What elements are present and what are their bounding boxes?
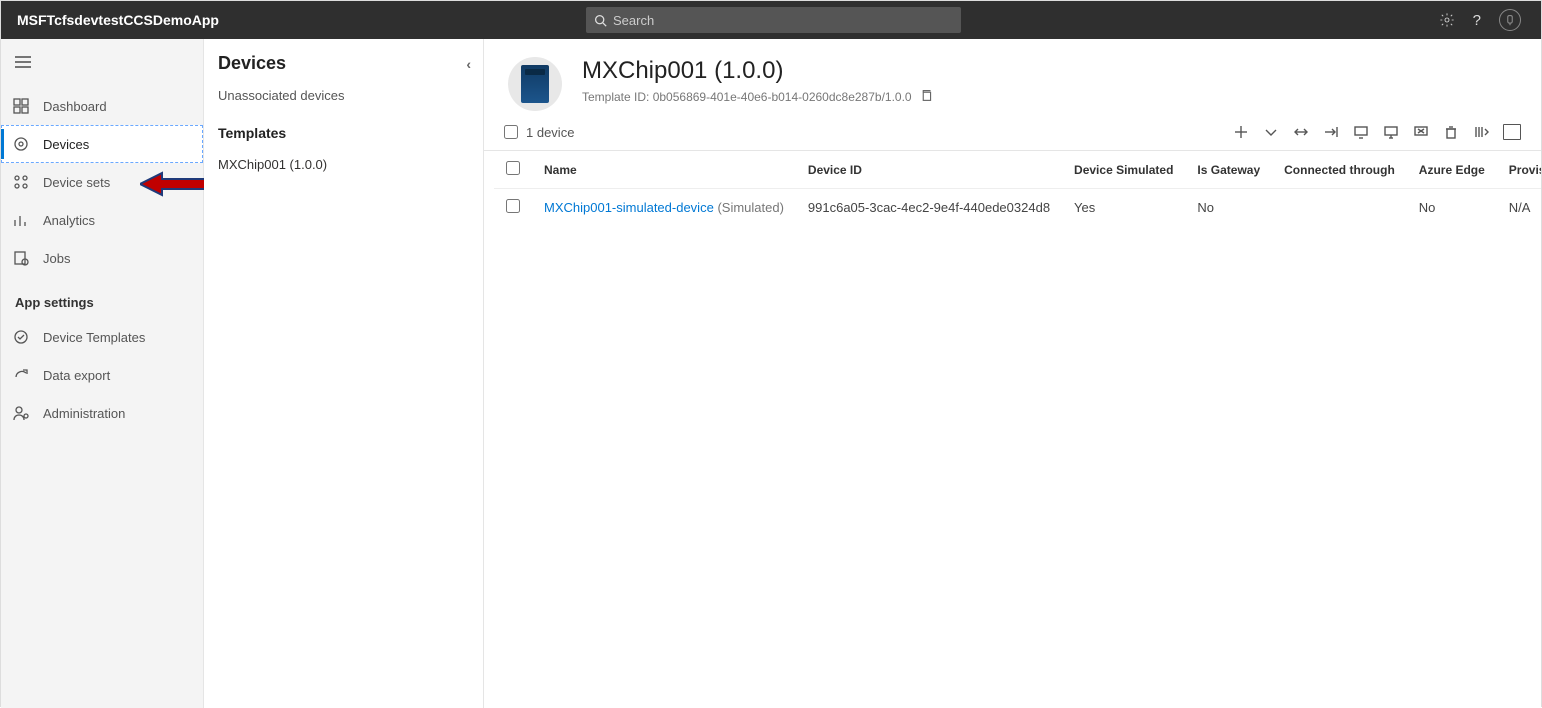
template-item[interactable]: MXChip001 (1.0.0) [204, 147, 483, 182]
main-panel: MXChip001 (1.0.0) Template ID: 0b056869-… [484, 39, 1541, 708]
nav-item-device-templates[interactable]: Device Templates [1, 318, 203, 356]
nav-item-device-sets[interactable]: Device sets [1, 163, 203, 201]
device-name-suffix: (Simulated) [717, 200, 783, 215]
col-simulated[interactable]: Device Simulated [1062, 151, 1185, 189]
sub-panel: Devices ‹ Unassociated devices Templates… [204, 39, 484, 708]
search-input[interactable] [613, 13, 953, 28]
nav-collapse-button[interactable] [1, 49, 203, 87]
nav-label: Dashboard [43, 99, 107, 114]
select-all-summary-checkbox[interactable] [504, 125, 518, 139]
nav-label: Jobs [43, 251, 70, 266]
col-gateway[interactable]: Is Gateway [1185, 151, 1272, 189]
app-title: MSFTcfsdevtestCCSDemoApp [11, 12, 219, 28]
delete-icon[interactable] [1443, 124, 1459, 140]
toolbar-actions [1233, 124, 1521, 140]
main-header: MXChip001 (1.0.0) Template ID: 0b056869-… [484, 39, 1541, 118]
jobs-icon [13, 250, 29, 266]
main-heading-block: MXChip001 (1.0.0) Template ID: 0b056869-… [582, 57, 933, 105]
col-provisioning[interactable]: Provisioning Stat [1497, 151, 1541, 189]
export-icon [13, 367, 29, 383]
templates-heading: Templates [204, 107, 483, 147]
nav-label: Device sets [43, 175, 110, 190]
left-nav: Dashboard Devices Device sets Analytics … [1, 39, 204, 708]
col-edge[interactable]: Azure Edge [1407, 151, 1497, 189]
cell-device-id: 991c6a05-3cac-4ec2-9e4f-440ede0324d8 [796, 189, 1062, 227]
panel-icon[interactable] [1503, 124, 1521, 140]
unassociated-devices-link[interactable]: Unassociated devices [204, 74, 483, 107]
search-icon [594, 14, 607, 27]
device-template-icon [508, 57, 562, 111]
cell-gateway: No [1185, 189, 1272, 227]
settings-icon[interactable] [1439, 12, 1455, 28]
dashboard-icon [13, 98, 29, 114]
sub-panel-collapse-button[interactable]: ‹ [466, 56, 471, 72]
monitor-x-icon[interactable] [1413, 124, 1429, 140]
search-box[interactable] [586, 7, 961, 33]
nav-item-dashboard[interactable]: Dashboard [1, 87, 203, 125]
select-all-checkbox[interactable] [506, 161, 520, 175]
nav-item-administration[interactable]: Administration [1, 394, 203, 432]
copy-icon[interactable] [920, 89, 933, 105]
col-device-id[interactable]: Device ID [796, 151, 1062, 189]
sub-panel-header: Devices ‹ [204, 39, 483, 74]
nav-item-data-export[interactable]: Data export [1, 356, 203, 394]
topbar-right: ? [1439, 9, 1531, 31]
cell-connected [1272, 189, 1407, 227]
monitor-icon[interactable] [1353, 124, 1369, 140]
monitor-check-icon[interactable] [1383, 124, 1399, 140]
col-connected[interactable]: Connected through [1272, 151, 1407, 189]
nav-section-app-settings: App settings [1, 277, 203, 318]
nav-label: Data export [43, 368, 110, 383]
user-avatar[interactable] [1499, 9, 1521, 31]
template-id-text: Template ID: 0b056869-401e-40e6-b014-026… [582, 90, 912, 104]
cell-simulated: Yes [1062, 189, 1185, 227]
selection-summary: 1 device [504, 125, 574, 140]
device-name-link[interactable]: MXChip001-simulated-device [544, 200, 714, 215]
topbar: MSFTcfsdevtestCCSDemoApp ? [1, 1, 1541, 39]
cell-name: MXChip001-simulated-device (Simulated) [532, 189, 796, 227]
nav-item-jobs[interactable]: Jobs [1, 239, 203, 277]
analytics-icon [13, 212, 29, 228]
nav-label: Devices [43, 137, 89, 152]
nav-label: Device Templates [43, 330, 145, 345]
cell-edge: No [1407, 189, 1497, 227]
help-icon[interactable]: ? [1473, 12, 1481, 29]
nav-item-analytics[interactable]: Analytics [1, 201, 203, 239]
nav-label: Administration [43, 406, 125, 421]
devices-icon [13, 136, 29, 152]
move-right-icon[interactable] [1323, 124, 1339, 140]
chevron-down-icon[interactable] [1263, 124, 1279, 140]
columns-icon[interactable] [1473, 124, 1489, 140]
device-table: Name Device ID Device Simulated Is Gatew… [484, 151, 1541, 226]
template-id-row: Template ID: 0b056869-401e-40e6-b014-026… [582, 89, 933, 105]
resize-left-icon[interactable] [1293, 124, 1309, 140]
nav-item-devices[interactable]: Devices [1, 125, 203, 163]
col-name[interactable]: Name [532, 151, 796, 189]
row-checkbox[interactable] [506, 199, 520, 213]
add-button[interactable] [1233, 124, 1249, 140]
nav-label: Analytics [43, 213, 95, 228]
main-layout: Dashboard Devices Device sets Analytics … [1, 39, 1541, 708]
toolbar: 1 device [484, 118, 1541, 151]
sub-panel-title: Devices [218, 53, 286, 74]
table-row[interactable]: MXChip001-simulated-device (Simulated) 9… [494, 189, 1541, 227]
admin-icon [13, 405, 29, 421]
templates-icon [13, 329, 29, 345]
cell-provisioning: N/A [1497, 189, 1541, 227]
page-title: MXChip001 (1.0.0) [582, 57, 933, 85]
device-count-label: 1 device [526, 125, 574, 140]
device-sets-icon [13, 174, 29, 190]
